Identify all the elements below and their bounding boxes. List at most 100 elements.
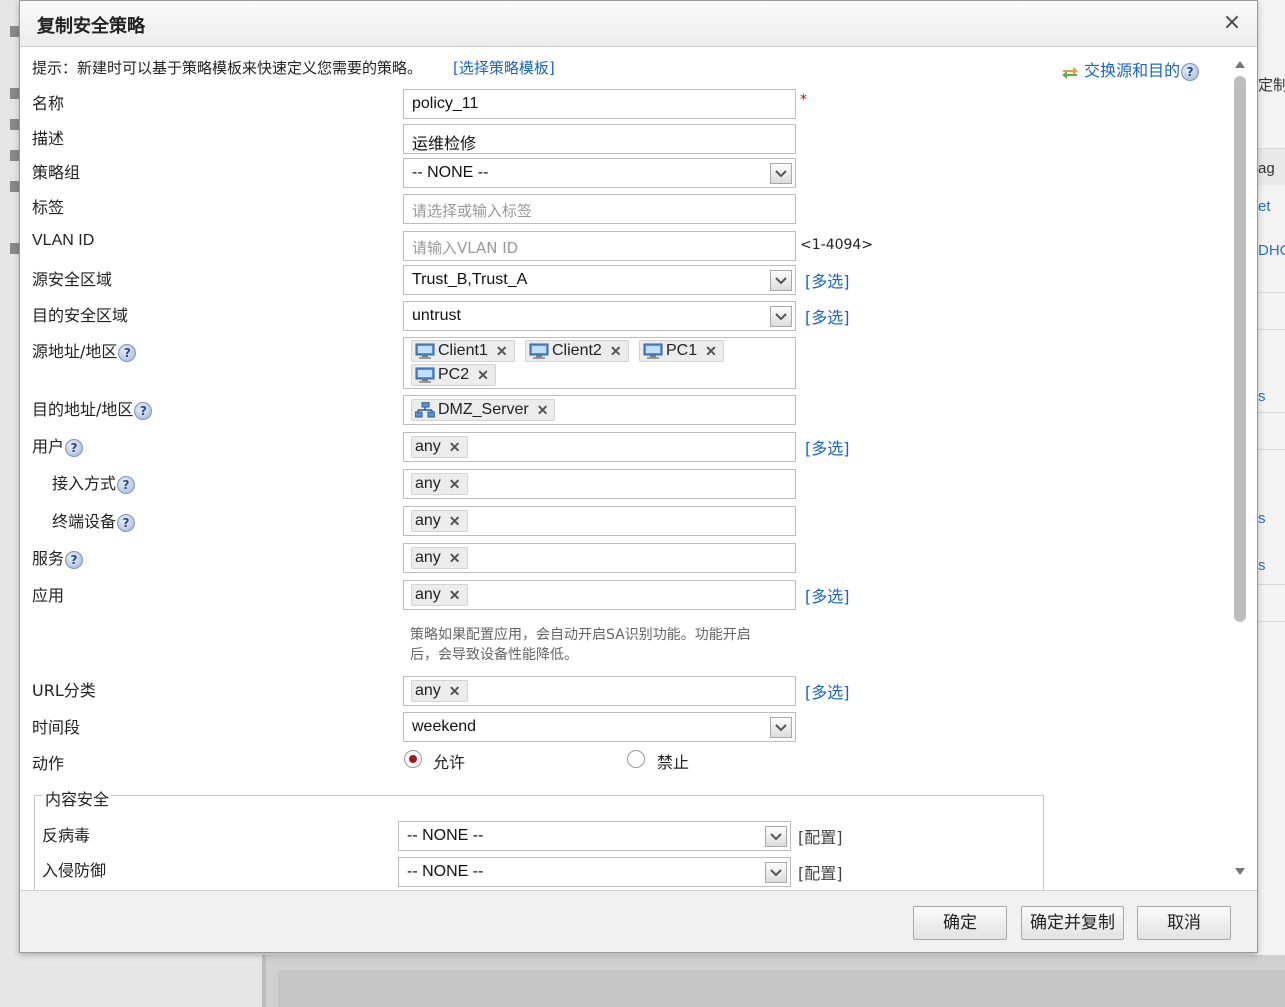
service-label-text: 服务 bbox=[32, 549, 65, 568]
tree-expand-icon[interactable] bbox=[10, 88, 19, 99]
bg-link[interactable]: s bbox=[1258, 557, 1266, 574]
address-tag-label: Client1 bbox=[438, 342, 488, 359]
bg-text: ag bbox=[1258, 160, 1275, 177]
action-permit-radio[interactable] bbox=[404, 750, 422, 768]
help-icon[interactable]: ? bbox=[65, 438, 84, 457]
remove-tag-icon[interactable]: ✕ bbox=[449, 585, 461, 605]
chevron-down-icon[interactable] bbox=[770, 163, 792, 184]
dst-zone-multiselect-link[interactable]: [多选] bbox=[805, 304, 850, 328]
remove-tag-icon[interactable]: ✕ bbox=[449, 474, 461, 494]
dialog-body: 提示：新建时可以基于策略模板来快速定义您需要的策略。 [选择策略模板] 交换源和… bbox=[20, 48, 1257, 890]
policy-group-select[interactable]: -- NONE -- bbox=[403, 158, 796, 188]
action-deny-label[interactable]: 禁止 bbox=[657, 749, 689, 773]
cancel-button[interactable]: 取消 bbox=[1137, 906, 1231, 940]
chevron-down-icon[interactable] bbox=[770, 306, 792, 327]
dst-addr-input[interactable]: DMZ_Server ✕ bbox=[403, 395, 796, 425]
antivirus-config-link[interactable]: [配置] bbox=[798, 824, 843, 848]
application-multiselect-link[interactable]: [多选] bbox=[805, 583, 850, 607]
vlan-range-hint: <1-4094> bbox=[800, 237, 874, 253]
tag-input[interactable]: 请选择或输入标签 bbox=[403, 194, 796, 224]
dst-zone-select[interactable]: untrust bbox=[403, 301, 796, 331]
content-security-fieldset: 内容安全 反病毒 -- NONE -- [配置] 入侵防御 -- NONE --… bbox=[34, 786, 1044, 890]
close-icon[interactable]: × bbox=[1219, 9, 1245, 37]
terminal-device-input[interactable]: any ✕ bbox=[403, 506, 796, 536]
bg-text: 定制 bbox=[1258, 77, 1285, 94]
content-security-legend: 内容安全 bbox=[43, 786, 112, 810]
help-icon[interactable]: ? bbox=[117, 475, 136, 494]
action-permit-label[interactable]: 允许 bbox=[433, 749, 465, 773]
help-icon[interactable]: ? bbox=[118, 343, 137, 362]
remove-tag-icon[interactable]: ✕ bbox=[449, 681, 461, 701]
tree-expand-icon[interactable] bbox=[10, 150, 19, 161]
bg-link[interactable]: s bbox=[1258, 510, 1266, 527]
application-label: 应用 bbox=[32, 586, 65, 605]
network-server-icon bbox=[415, 402, 435, 418]
bg-row bbox=[1255, 412, 1285, 449]
bg-link[interactable]: DHC bbox=[1258, 242, 1285, 259]
application-tag-label: any bbox=[415, 586, 441, 603]
remove-tag-icon[interactable]: ✕ bbox=[705, 341, 717, 361]
help-icon[interactable]: ? bbox=[1181, 62, 1200, 81]
select-template-link[interactable]: [选择策略模板] bbox=[453, 57, 555, 78]
dialog-title: 复制安全策略 bbox=[37, 16, 145, 37]
tree-expand-icon[interactable] bbox=[10, 119, 19, 130]
remove-tag-icon[interactable]: ✕ bbox=[537, 400, 549, 420]
terminal-device-tag: any ✕ bbox=[411, 510, 468, 532]
user-multiselect-link[interactable]: [多选] bbox=[805, 435, 850, 459]
chevron-down-icon[interactable] bbox=[765, 862, 787, 883]
help-icon[interactable]: ? bbox=[134, 401, 153, 420]
src-zone-select[interactable]: Trust_B,Trust_A bbox=[403, 265, 796, 295]
remove-tag-icon[interactable]: ✕ bbox=[610, 341, 622, 361]
access-method-input[interactable]: any ✕ bbox=[403, 469, 796, 499]
hint-text: 提示：新建时可以基于策略模板来快速定义您需要的策略。 bbox=[32, 59, 423, 77]
chevron-down-icon[interactable] bbox=[770, 717, 792, 738]
tree-expand-icon[interactable] bbox=[10, 243, 19, 254]
bg-row bbox=[1255, 584, 1285, 621]
help-icon[interactable]: ? bbox=[117, 513, 136, 532]
background-bottom-bar bbox=[278, 970, 1285, 1007]
ips-select[interactable]: -- NONE -- bbox=[398, 857, 791, 887]
action-label: 动作 bbox=[32, 754, 65, 773]
user-input[interactable]: any ✕ bbox=[403, 432, 796, 462]
description-input[interactable]: 运维检修 bbox=[403, 124, 796, 154]
address-tag: DMZ_Server ✕ bbox=[411, 399, 556, 421]
chevron-down-icon[interactable] bbox=[770, 270, 792, 291]
ok-and-copy-button[interactable]: 确定并复制 bbox=[1021, 906, 1124, 940]
chevron-down-icon[interactable] bbox=[765, 826, 787, 847]
help-icon[interactable]: ? bbox=[65, 550, 84, 569]
remove-tag-icon[interactable]: ✕ bbox=[449, 548, 461, 568]
name-input[interactable]: policy_11 bbox=[403, 89, 796, 119]
url-category-multiselect-link[interactable]: [多选] bbox=[805, 679, 850, 703]
tree-expand-icon[interactable] bbox=[10, 26, 19, 37]
src-addr-input[interactable]: Client1 ✕ Client2 ✕ PC1 ✕ PC2 ✕ bbox=[403, 337, 796, 389]
remove-tag-icon[interactable]: ✕ bbox=[496, 341, 508, 361]
dst-zone-label: 目的安全区域 bbox=[32, 306, 129, 325]
dialog-header: 复制安全策略 × bbox=[20, 1, 1257, 47]
scroll-down-arrow-icon[interactable] bbox=[1233, 866, 1247, 878]
application-input[interactable]: any ✕ bbox=[403, 580, 796, 610]
policy-group-label: 策略组 bbox=[32, 163, 81, 182]
url-category-input[interactable]: any ✕ bbox=[403, 676, 796, 706]
ok-button[interactable]: 确定 bbox=[913, 906, 1007, 940]
scrollbar-thumb[interactable] bbox=[1234, 76, 1246, 622]
computer-icon bbox=[529, 343, 549, 359]
dst-addr-label: 目的地址/地区? bbox=[32, 396, 153, 420]
action-deny-radio[interactable] bbox=[627, 750, 645, 768]
time-range-select[interactable]: weekend bbox=[403, 712, 796, 742]
bg-link[interactable]: s bbox=[1258, 388, 1266, 405]
remove-tag-icon[interactable]: ✕ bbox=[449, 511, 461, 531]
vlan-id-input[interactable]: 请输入VLAN ID bbox=[403, 231, 796, 261]
antivirus-label: 反病毒 bbox=[42, 826, 91, 845]
tag-label: 标签 bbox=[32, 198, 65, 217]
antivirus-select[interactable]: -- NONE -- bbox=[398, 821, 791, 851]
bg-link[interactable]: et bbox=[1258, 198, 1271, 215]
scroll-up-arrow-icon[interactable] bbox=[1233, 58, 1247, 70]
tree-expand-icon[interactable] bbox=[10, 181, 19, 192]
remove-tag-icon[interactable]: ✕ bbox=[477, 365, 489, 385]
src-zone-multiselect-link[interactable]: [多选] bbox=[805, 268, 850, 292]
vlan-id-placeholder: 请输入VLAN ID bbox=[412, 239, 519, 257]
swap-source-dest[interactable]: 交换源和目的? bbox=[1061, 57, 1200, 81]
remove-tag-icon[interactable]: ✕ bbox=[449, 437, 461, 457]
ips-config-link[interactable]: [配置] bbox=[798, 860, 843, 884]
service-input[interactable]: any ✕ bbox=[403, 543, 796, 573]
